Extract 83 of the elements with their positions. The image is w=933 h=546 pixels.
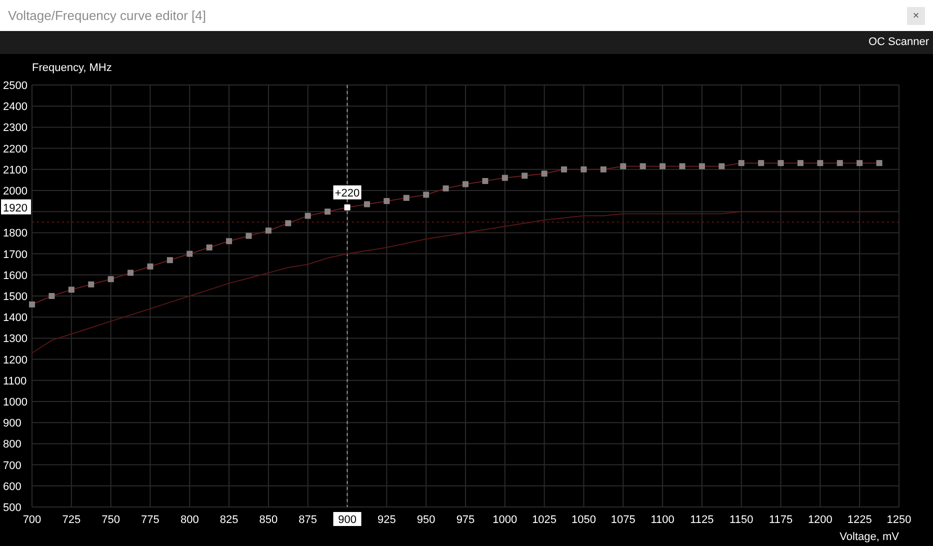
y-tick-label: 2100 [3,164,28,176]
x-tick-label: 800 [180,514,199,526]
x-tick-label: 1050 [571,514,596,526]
y-tick-label: 2500 [3,80,28,92]
x-tick-label: 975 [456,514,475,526]
curve-point[interactable] [166,257,173,264]
x-tick-label: 750 [102,514,120,526]
y-tick-label: 1400 [3,312,28,324]
curve-point[interactable] [344,204,350,210]
curve-point[interactable] [502,174,508,181]
y-tick-label: 2300 [3,122,28,134]
curve-point[interactable] [778,160,784,166]
x-tick-label: 1250 [886,514,912,526]
curve-point[interactable] [29,301,35,308]
close-button[interactable]: × [907,6,925,24]
x-tick-label: 850 [259,514,278,526]
x-tick-label: 825 [220,514,238,526]
x-tick-label: 1200 [808,514,832,526]
y-tick-label: 600 [3,480,22,493]
x-tick-label: 1225 [847,514,872,526]
x-tick-label: 1175 [768,514,793,526]
curve-point[interactable] [128,270,134,276]
x-tick-label: 1000 [492,514,518,526]
curve-point[interactable] [600,166,606,172]
x-tick-label: 1100 [650,514,674,526]
x-tick-label: 1075 [610,514,636,526]
curve-point[interactable] [206,244,212,250]
x-tick-label: 875 [298,514,318,526]
offset-tag: +220 [333,185,362,200]
y-tick-label: 1600 [3,270,28,282]
curve-point[interactable] [660,163,666,170]
curve-point[interactable] [226,238,232,244]
frequency-marker: 1920 [1,199,31,214]
y-tick-label: 900 [3,418,22,430]
x-tick-label: 700 [22,514,42,526]
oc-scanner-button[interactable]: OC Scanner [864,34,933,51]
curve-point[interactable] [324,208,331,215]
curve-point[interactable] [836,160,843,166]
curve-point[interactable] [541,170,548,177]
curve-point[interactable] [88,281,94,288]
y-tick-label: 1500 [3,291,28,303]
curve-point[interactable] [108,276,114,282]
curve-point[interactable] [423,192,430,198]
y-tick-label: 500 [3,502,22,514]
y-tick-label: 1800 [3,228,28,240]
y-tick-label: 2400 [3,101,28,114]
curve-point[interactable] [698,163,705,170]
y-tick-label: 1100 [3,375,27,388]
x-tick-label: 775 [141,514,160,526]
x-axis-title: Voltage, mV [840,531,899,543]
curve-point[interactable] [403,194,410,201]
curve-point[interactable] [147,263,154,270]
curve-point[interactable] [738,160,744,166]
curve-point[interactable] [758,160,764,166]
curve-point[interactable] [364,201,370,208]
curve-point[interactable] [68,286,74,293]
curve-point[interactable] [580,166,587,172]
y-tick-label: 2000 [3,186,28,198]
x-tick-label: 725 [62,514,81,526]
y-tick-label: 1700 [3,248,28,261]
curve-point[interactable] [522,172,528,179]
x-tick-label: 925 [378,514,396,526]
y-tick-label: 1000 [3,396,28,408]
x-tick-label: 1025 [532,514,557,526]
y-tick-label: 1200 [3,354,28,366]
voltage-marker: 900 [333,512,362,526]
curve-point[interactable] [797,160,804,166]
x-tick-label: 1150 [730,514,754,526]
window-title: Voltage/Frequency curve editor [4] [8,6,206,25]
y-tick-label: 700 [3,460,22,472]
curve-point[interactable] [876,160,882,166]
y-tick-label: 800 [3,438,22,451]
y-axis-title: Frequency, MHz [32,62,112,74]
x-tick-label: 950 [416,514,436,526]
y-tick-label: 2200 [3,143,28,156]
curve-point[interactable] [442,185,449,192]
curve-point[interactable] [561,166,568,172]
curve-point[interactable] [265,228,272,234]
curve-point[interactable] [856,160,863,166]
curve-point[interactable] [384,198,390,204]
x-tick-label: 1125 [690,514,714,526]
curve-point[interactable] [817,160,824,166]
y-tick-label: 1300 [3,333,28,346]
